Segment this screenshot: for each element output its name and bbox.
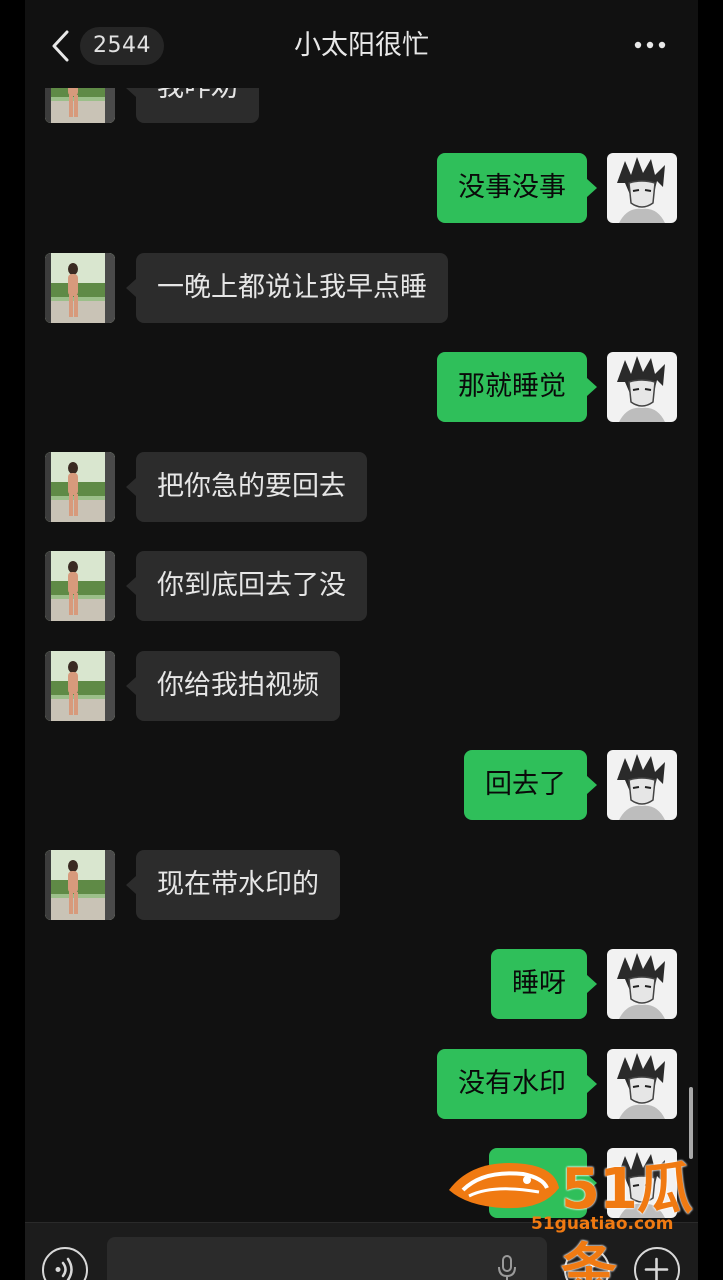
unread-count-badge[interactable]: 2544 (80, 27, 164, 65)
message-bubble[interactable]: 睡呀 (491, 949, 597, 1019)
mic-icon[interactable] (495, 1254, 519, 1280)
voice-icon[interactable] (42, 1247, 88, 1280)
watermark-logo-icon (449, 1163, 559, 1209)
contact-avatar[interactable] (45, 452, 115, 522)
more-options-icon[interactable] (633, 37, 667, 53)
message-bubble[interactable]: 回去了 (464, 750, 597, 820)
message-bubble[interactable]: 那就睡觉 (437, 352, 597, 422)
message-bubble[interactable]: 没事没事 (437, 153, 597, 223)
message-list[interactable]: 我咋劝 没事没事 一晚上都说让我早点睡 那就睡觉 把你急的要回去 (25, 0, 698, 1222)
self-avatar[interactable] (607, 352, 677, 422)
message-input[interactable] (107, 1237, 547, 1280)
message-row-sent: 没事没事 (25, 153, 698, 225)
self-avatar[interactable] (607, 949, 677, 1019)
self-avatar[interactable] (607, 153, 677, 223)
message-row-received: 现在带水印的 (25, 850, 698, 922)
message-row-sent: 回去了 (25, 750, 698, 822)
message-row-sent: 睡呀 (25, 949, 698, 1021)
chat-screen: 我咋劝 没事没事 一晚上都说让我早点睡 那就睡觉 把你急的要回去 (25, 0, 698, 1280)
message-row-received: 你给我拍视频 (25, 651, 698, 723)
chat-title: 小太阳很忙 (294, 30, 429, 61)
message-row-sent: 没有水印 (25, 1049, 698, 1121)
message-row-received: 把你急的要回去 (25, 452, 698, 524)
message-bubble[interactable]: 一晚上都说让我早点睡 (126, 253, 448, 323)
contact-avatar[interactable] (45, 253, 115, 323)
message-bubble[interactable]: 把你急的要回去 (126, 452, 367, 522)
contact-avatar[interactable] (45, 551, 115, 621)
watermark-brand: 51瓜条 (561, 1157, 693, 1280)
message-row-received: 你到底回去了没 (25, 551, 698, 623)
message-row-sent: 那就睡觉 (25, 352, 698, 424)
watermark: 51瓜条 51guatiao.com (443, 1140, 698, 1280)
self-avatar[interactable] (607, 1049, 677, 1119)
self-avatar[interactable] (607, 750, 677, 820)
message-bubble[interactable]: 现在带水印的 (126, 850, 340, 920)
message-bubble[interactable]: 你到底回去了没 (126, 551, 367, 621)
message-bubble[interactable]: 没有水印 (437, 1049, 597, 1119)
message-bubble[interactable]: 你给我拍视频 (126, 651, 340, 721)
contact-avatar[interactable] (45, 850, 115, 920)
watermark-url: 51guatiao.com (531, 1214, 674, 1234)
contact-avatar[interactable] (45, 651, 115, 721)
back-icon[interactable] (49, 28, 73, 64)
chat-header: 2544 小太阳很忙 (25, 0, 698, 88)
message-row-received: 一晚上都说让我早点睡 (25, 253, 698, 325)
